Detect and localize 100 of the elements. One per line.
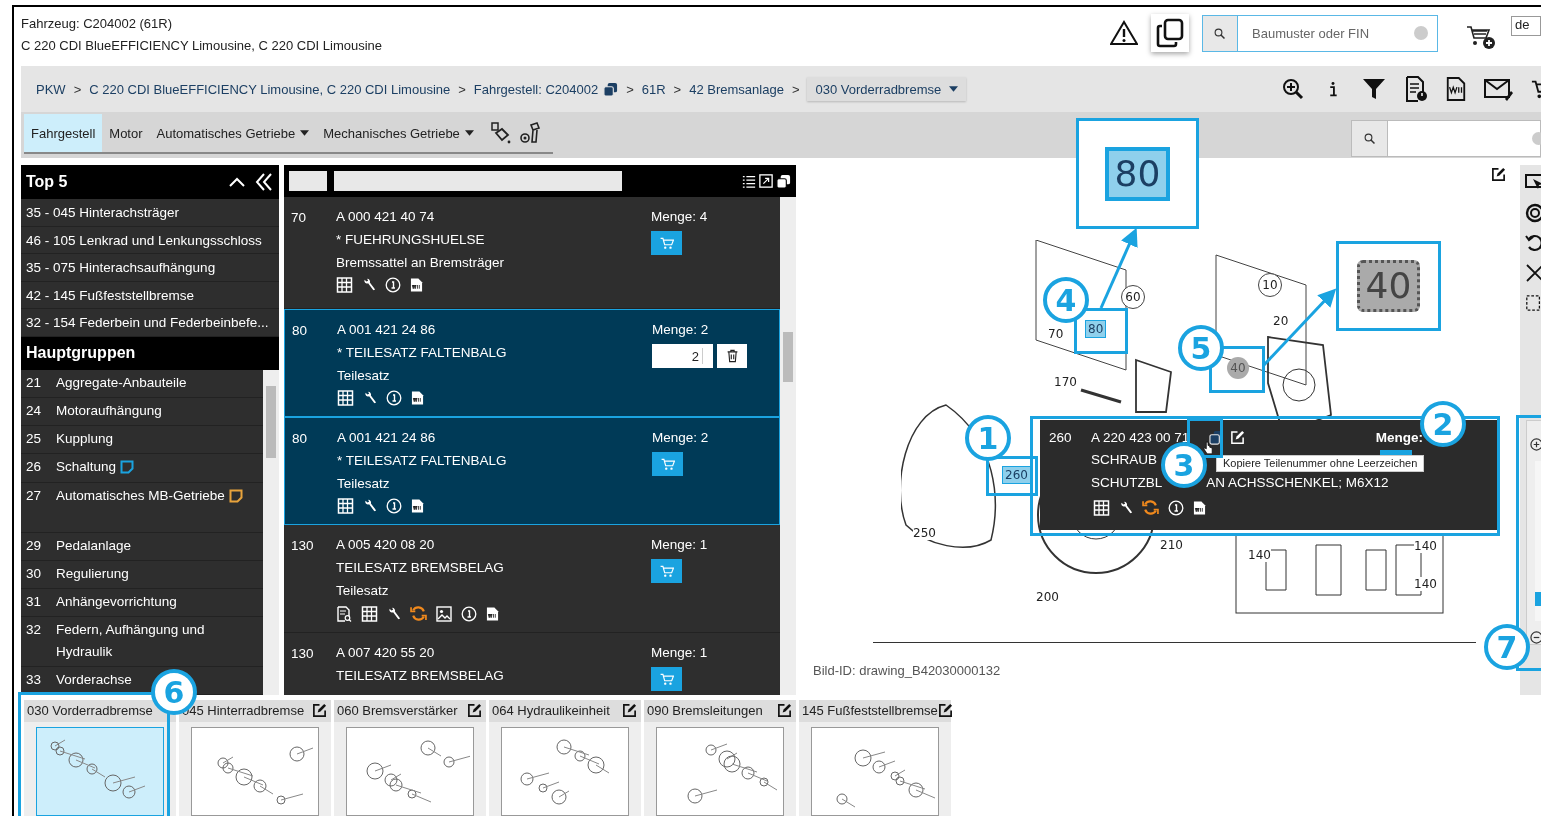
breadcrumb-dropdown[interactable]: 030 Vorderradbremse <box>807 77 967 101</box>
edit-icon[interactable] <box>467 703 482 719</box>
rotate-icon[interactable] <box>1525 233 1541 253</box>
breadcrumb-link[interactable]: Fahrgestell: C204002 <box>473 81 599 97</box>
copy-button[interactable] <box>1151 14 1189 52</box>
zoom-out-icon[interactable] <box>1530 631 1541 644</box>
breadcrumb-link[interactable]: 61R <box>641 81 666 97</box>
delete-button[interactable] <box>717 344 747 368</box>
edit-icon[interactable] <box>312 703 327 719</box>
part-row[interactable]: 130 A 005 420 08 20 TEILESATZ BREMSBELAG Teilesatz Menge: 1 <box>284 525 780 633</box>
refresh-icon[interactable] <box>410 605 427 622</box>
note-icon[interactable] <box>228 488 243 503</box>
callout-number[interactable]: 210 <box>1160 538 1183 552</box>
copy-icon[interactable] <box>603 81 619 97</box>
callout-number[interactable]: 140 <box>1414 539 1437 553</box>
thumbnail-card[interactable]: 060 Bremsverstärker <box>334 700 486 816</box>
filter-icon[interactable] <box>1361 77 1387 101</box>
breadcrumb-link[interactable]: PKW <box>36 81 66 97</box>
part-row[interactable]: 80 A 001 421 24 86 * TEILESATZ FALTENBALG Teilesatz Menge: 2 2 <box>284 309 780 417</box>
search-field[interactable] <box>1351 120 1541 157</box>
scrollbar[interactable] <box>263 369 279 695</box>
grid-icon[interactable] <box>336 277 353 293</box>
grid-icon[interactable] <box>1093 499 1110 516</box>
quantity-field[interactable]: 2 <box>652 344 713 368</box>
cart-plus-icon[interactable] <box>1466 24 1496 50</box>
tab[interactable]: Mechanisches Getriebe <box>316 114 481 152</box>
info-icon[interactable] <box>1168 499 1184 516</box>
double-left-icon[interactable] <box>255 173 273 191</box>
grid-icon[interactable] <box>361 605 378 622</box>
search-icon[interactable] <box>1363 132 1376 145</box>
wrench-icon[interactable] <box>387 605 401 622</box>
callout-number[interactable]: 80 <box>1085 320 1107 338</box>
language-select[interactable]: de <box>1511 16 1541 36</box>
grid-icon[interactable] <box>337 498 354 514</box>
thumbnail-card[interactable]: 064 Hydraulikeinheit <box>489 700 641 816</box>
search-button[interactable] <box>1202 15 1238 52</box>
wis-document-icon[interactable] <box>1445 76 1467 102</box>
callout-number[interactable]: 20 <box>1273 314 1289 328</box>
zoom-in-icon[interactable] <box>1281 77 1305 101</box>
callout-number[interactable]: 200 <box>1036 590 1059 604</box>
wrench-icon[interactable] <box>1119 499 1133 516</box>
zoom-in-icon[interactable] <box>1530 438 1541 451</box>
refresh-icon[interactable] <box>1142 499 1159 516</box>
callout-number[interactable]: 260 <box>1002 466 1031 484</box>
edit-icon[interactable] <box>937 703 953 719</box>
callout-number[interactable]: 60 <box>1121 285 1145 309</box>
svg-file-icon[interactable] <box>1525 293 1541 313</box>
edit-icon[interactable] <box>1491 167 1506 182</box>
callout-number[interactable]: 250 <box>913 526 936 540</box>
crossed-tool-icon[interactable] <box>1525 263 1541 283</box>
list-item[interactable]: 32 - 154 Federbein und Federbeinbefe... <box>21 309 279 337</box>
wis-document-icon[interactable] <box>410 277 423 293</box>
info-icon[interactable] <box>386 498 402 514</box>
warning-icon[interactable] <box>1110 20 1138 46</box>
mail-edit-icon[interactable] <box>1484 77 1514 101</box>
wis-document-icon[interactable] <box>411 390 424 406</box>
tab[interactable]: Fahrgestell <box>24 114 103 152</box>
search-field[interactable]: Baumuster oder FIN <box>1238 15 1438 52</box>
callout-number[interactable]: 140 <box>1414 577 1437 591</box>
image-icon[interactable] <box>436 605 452 622</box>
part-row[interactable]: 80 A 001 421 24 86 * TEILESATZ FALTENBALG Teilesatz Menge: 2 <box>284 417 780 525</box>
expand-icon[interactable] <box>759 173 773 189</box>
thumbnail-card[interactable]: 145 Fußfeststellbremse <box>799 700 951 816</box>
filter-field[interactable] <box>289 171 327 191</box>
callout-number[interactable]: 140 <box>1248 548 1271 562</box>
document-search-icon[interactable] <box>336 605 352 622</box>
list-item[interactable]: 35 - 045 Hinterachsträger <box>21 199 279 227</box>
info-icon[interactable] <box>385 277 401 293</box>
info-icon[interactable] <box>386 390 402 406</box>
tab[interactable]: Motor <box>102 114 150 152</box>
callout-number[interactable]: 170 <box>1054 375 1077 389</box>
wrench-icon[interactable] <box>362 277 376 293</box>
grid-icon[interactable] <box>337 390 354 406</box>
wrench-icon[interactable] <box>363 390 377 406</box>
filter-field[interactable] <box>334 171 622 191</box>
note-icon[interactable] <box>120 460 135 475</box>
edit-icon[interactable] <box>622 703 637 719</box>
copy-icon[interactable] <box>776 173 791 189</box>
breadcrumb-link[interactable]: C 220 CDI BlueEFFICIENCY Limousine, C 220 CDI Limousine <box>89 81 451 97</box>
scrollbar[interactable] <box>780 197 796 695</box>
breadcrumb-link[interactable]: 42 Bremsanlage <box>689 81 784 97</box>
callout-number[interactable]: 10 <box>1258 273 1282 297</box>
tab[interactable]: Automatisches Getriebe <box>149 114 317 152</box>
list-item[interactable]: 21 Aggregate-Anbauteile <box>21 369 263 398</box>
list-item[interactable]: 42 - 145 Fußfeststellbremse <box>21 281 279 309</box>
list-item[interactable]: 26 Schaltung <box>21 454 263 483</box>
edit-icon[interactable] <box>777 703 792 719</box>
callout-number[interactable]: 70 <box>1048 327 1064 341</box>
document-alert-icon[interactable] <box>1404 76 1428 102</box>
wis-document-icon[interactable] <box>486 605 499 622</box>
wrench-icon[interactable] <box>363 498 377 514</box>
list-icon[interactable] <box>742 173 756 189</box>
info-icon[interactable] <box>461 605 477 622</box>
list-item[interactable]: 35 - 075 Hinterachsaufhängung <box>21 254 279 282</box>
wis-document-icon[interactable] <box>411 498 424 514</box>
bolt-nut-icon[interactable] <box>518 121 543 145</box>
thumbnail-card[interactable]: 090 Bremsleitungen <box>644 700 796 816</box>
wis-document-icon[interactable] <box>1193 499 1206 516</box>
target-icon[interactable] <box>1525 203 1541 223</box>
list-item[interactable]: 46 - 105 Lenkrad und Lenkungsschloss <box>21 226 279 254</box>
